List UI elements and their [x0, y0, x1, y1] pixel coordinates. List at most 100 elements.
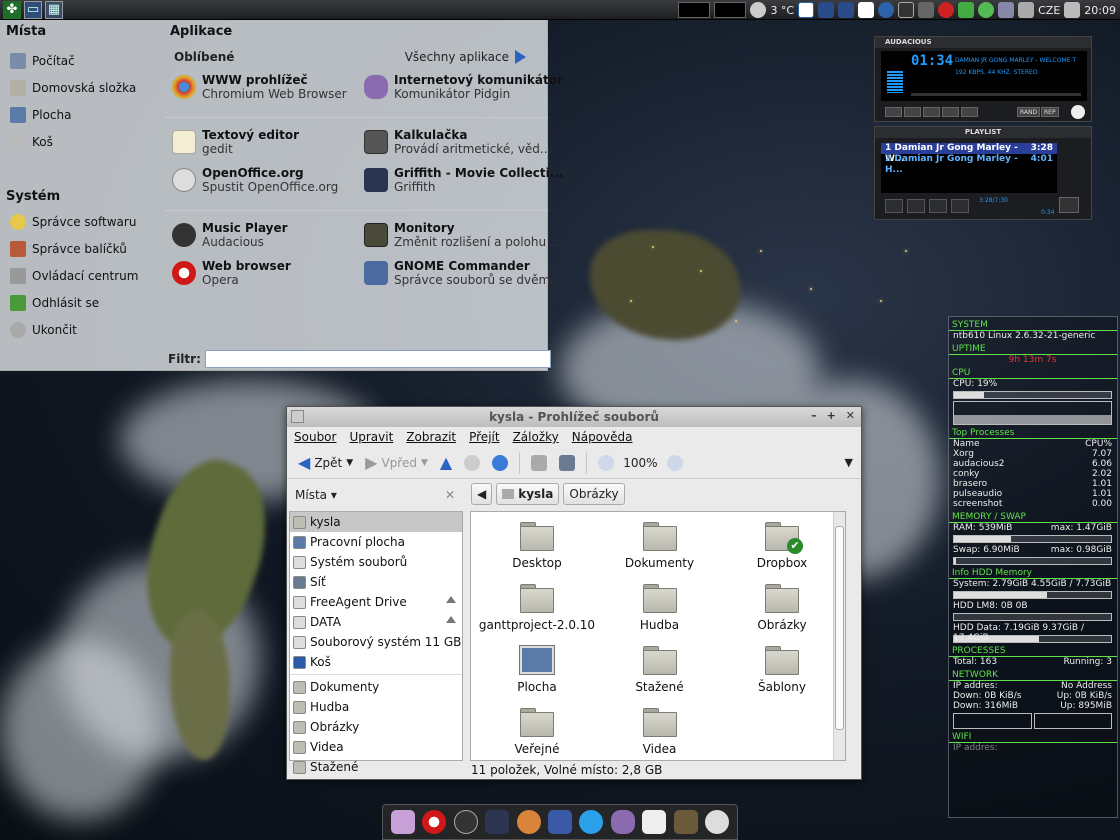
- file-item[interactable]: Šablony: [722, 642, 842, 698]
- playlist-titlebar[interactable]: PLAYLIST: [875, 127, 1091, 138]
- app-pidgin[interactable]: Internetový komunikátor Komunikátor Pidgi…: [364, 71, 563, 109]
- sort-icon[interactable]: [951, 199, 969, 213]
- show-desktop-icon[interactable]: ▭: [24, 0, 42, 19]
- stop-button[interactable]: [461, 450, 483, 476]
- save-icon[interactable]: [547, 810, 572, 834]
- maximize-icon[interactable]: +: [827, 409, 836, 422]
- place-item-desktop[interactable]: Plocha: [0, 101, 160, 128]
- file-item[interactable]: Hudba: [597, 580, 722, 636]
- opera-icon[interactable]: [422, 810, 447, 834]
- home-button[interactable]: [528, 450, 550, 476]
- bluetooth-icon[interactable]: [878, 2, 895, 18]
- notes-icon[interactable]: [642, 810, 667, 834]
- forward-button[interactable]: ▶ Vpřed ▼: [362, 450, 431, 476]
- computer-button[interactable]: [556, 450, 578, 476]
- net-monitor-widget[interactable]: [714, 2, 747, 18]
- system-item-control-center[interactable]: Ovládací centrum: [0, 262, 160, 289]
- file-item[interactable]: Veřejné: [477, 704, 597, 760]
- power-manager-icon[interactable]: [958, 2, 975, 18]
- display-icon[interactable]: [898, 2, 915, 18]
- rand-button[interactable]: RAND: [1017, 107, 1041, 117]
- zoom-in-button[interactable]: [664, 450, 686, 476]
- reload-button[interactable]: [489, 450, 511, 476]
- add-icon[interactable]: [885, 199, 903, 213]
- sidebar-item-documents[interactable]: Dokumenty: [290, 677, 462, 697]
- audacious-titlebar[interactable]: AUDACIOUS: [875, 37, 1091, 48]
- skype-icon[interactable]: [579, 810, 604, 834]
- file-item[interactable]: Obrázky: [722, 580, 842, 636]
- path-button-pictures[interactable]: Obrázky: [563, 483, 625, 505]
- rep-button[interactable]: REP: [1041, 107, 1059, 117]
- pidgin-icon[interactable]: [610, 810, 635, 834]
- menu-bookmarks[interactable]: Záložky: [513, 430, 559, 444]
- window-menu-icon[interactable]: [291, 410, 304, 423]
- sidebar-item-filesystem[interactable]: Systém souborů: [290, 552, 462, 572]
- menu-help[interactable]: Nápověda: [572, 430, 633, 444]
- update-icon[interactable]: [978, 2, 995, 18]
- sidebar-item-pictures[interactable]: Obrázky: [290, 717, 462, 737]
- sidebar-item-videos[interactable]: Videa: [290, 737, 462, 757]
- app-calculator[interactable]: Kalkulačka Provádí aritmetické, věd...: [364, 126, 556, 164]
- cpu-monitor-widget[interactable]: [678, 2, 711, 18]
- place-item-trash[interactable]: Koš: [0, 128, 160, 155]
- toolbar-overflow-icon[interactable]: ▼: [845, 456, 853, 469]
- opera-tray-icon[interactable]: [798, 2, 815, 18]
- select-icon[interactable]: [929, 199, 947, 213]
- clock-icon[interactable]: [705, 810, 730, 834]
- sidebar-item-data[interactable]: DATA: [290, 612, 462, 632]
- up-button[interactable]: ▲: [437, 450, 455, 476]
- zoom-out-button[interactable]: [595, 450, 617, 476]
- playlist-row[interactable]: 1 Damian Jr Gong Marley - W... 3:28: [881, 143, 1057, 164]
- window-tray-icon[interactable]: [838, 2, 855, 18]
- file-item[interactable]: Desktop: [477, 518, 597, 574]
- volume-icon[interactable]: [918, 2, 935, 18]
- sidebar-item-desktop[interactable]: Pracovní plocha: [290, 532, 462, 552]
- app-chromium[interactable]: WWW prohlížeč Chromium Web Browser: [172, 71, 364, 109]
- file-item[interactable]: ✔ Dropbox: [722, 518, 842, 574]
- app-openoffice[interactable]: OpenOffice.org Spustit OpenOffice.org: [172, 164, 364, 202]
- place-item-home[interactable]: Domovská složka: [0, 74, 160, 101]
- next-button[interactable]: [961, 107, 978, 117]
- path-scroll-left-button[interactable]: ◀: [471, 483, 493, 505]
- minimize-icon[interactable]: –: [811, 409, 817, 422]
- audacious-icon[interactable]: [453, 810, 478, 834]
- clover-menu-icon[interactable]: ✤: [3, 0, 21, 19]
- eject-icon[interactable]: [446, 596, 456, 603]
- system-item-software[interactable]: Správce softwaru: [0, 208, 160, 235]
- path-button-home[interactable]: kysla: [496, 483, 560, 505]
- prev-button[interactable]: [885, 107, 902, 117]
- network-icon[interactable]: [1018, 2, 1035, 18]
- playlist-row[interactable]: 2 Damian Jr Gong Marley - H... 4:01: [881, 154, 1057, 175]
- vertical-scrollbar[interactable]: [833, 512, 845, 760]
- app-gnome-commander[interactable]: GNOME Commander Správce souborů se dvěm..…: [364, 257, 562, 295]
- all-apps-button[interactable]: Všechny aplikace: [405, 50, 526, 64]
- music-note-icon[interactable]: [1059, 197, 1079, 213]
- filter-input[interactable]: [204, 350, 551, 368]
- system-item-logout[interactable]: Odhlásit se: [0, 289, 160, 316]
- keyboard-layout[interactable]: CZE: [1038, 4, 1060, 17]
- weather-icon[interactable]: [750, 2, 767, 18]
- bread-icon[interactable]: [516, 810, 541, 834]
- menu-edit[interactable]: Upravit: [349, 430, 393, 444]
- play-button[interactable]: [904, 107, 921, 117]
- gimp-icon[interactable]: [673, 810, 698, 834]
- file-item[interactable]: Videa: [597, 704, 722, 760]
- system-item-packages[interactable]: Správce balíčků: [0, 235, 160, 262]
- app-gedit[interactable]: Textový editor gedit: [172, 126, 364, 164]
- eject-icon[interactable]: [446, 616, 456, 623]
- sidebar-item-trash[interactable]: Koš: [290, 652, 462, 672]
- system-item-shutdown[interactable]: Ukončit: [0, 316, 160, 343]
- file-item[interactable]: Stažené: [597, 642, 722, 698]
- sidebar-item-downloads[interactable]: Stažené: [290, 757, 462, 777]
- stop-button[interactable]: [942, 107, 959, 117]
- menu-file[interactable]: Soubor: [294, 430, 336, 444]
- file-item[interactable]: ganttproject-2.0.10: [477, 580, 597, 636]
- griffith-icon[interactable]: [485, 810, 510, 834]
- sidebar-item-network[interactable]: Síť: [290, 572, 462, 592]
- place-item-computer[interactable]: Počítač: [0, 47, 160, 74]
- file-item[interactable]: Plocha: [477, 642, 597, 698]
- window-titlebar[interactable]: kysla - Prohlížeč souborů – + ✕: [287, 407, 861, 427]
- seek-bar[interactable]: [911, 93, 1081, 96]
- close-sidebar-icon[interactable]: ✕: [445, 488, 455, 502]
- app-monitors[interactable]: Monitory Změnit rozlišení a polohu ...: [364, 219, 561, 257]
